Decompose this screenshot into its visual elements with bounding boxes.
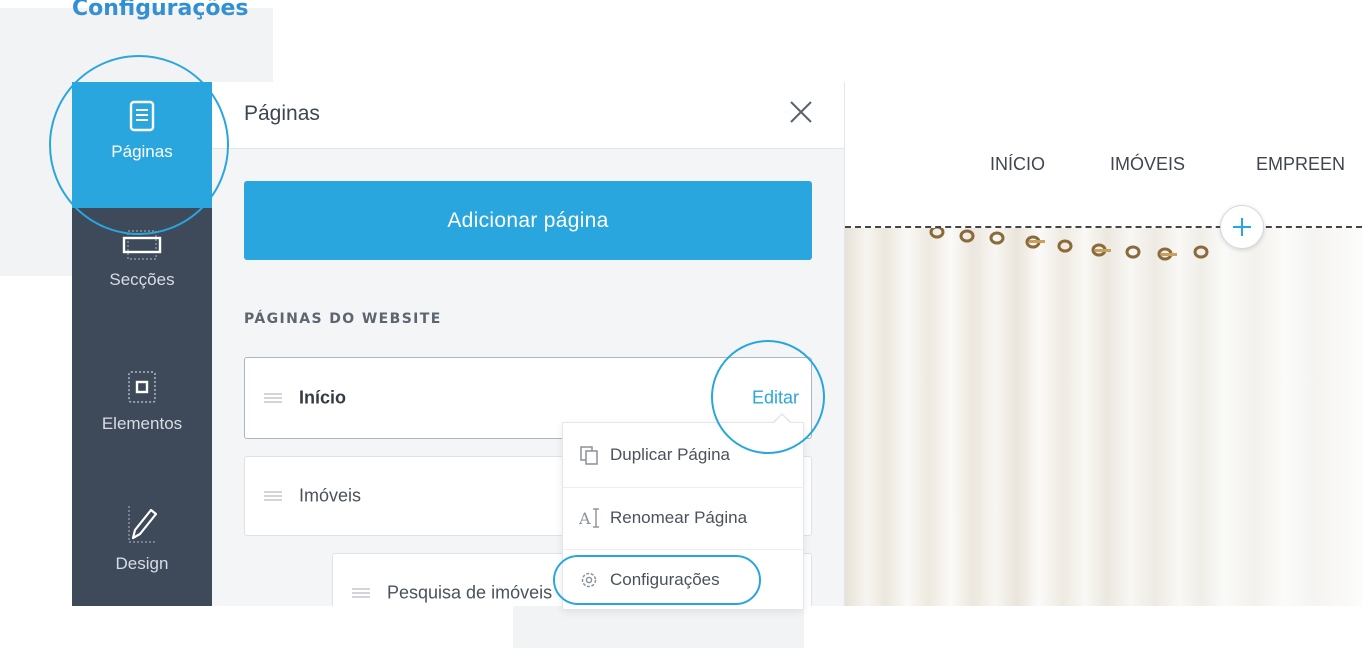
website-preview: INÍCIO IMÓVEIS EMPREEN bbox=[845, 82, 1362, 606]
curtain-image bbox=[845, 225, 1362, 606]
add-section-button[interactable] bbox=[1220, 205, 1264, 249]
sidebar-item-sections[interactable]: Secções bbox=[72, 230, 212, 340]
curtain-rings bbox=[929, 225, 1209, 261]
panel-header: Páginas bbox=[212, 82, 844, 149]
close-icon[interactable] bbox=[786, 97, 816, 127]
menu-item-rename[interactable]: A Renomear Página bbox=[563, 487, 803, 548]
menu-label: Duplicar Página bbox=[610, 445, 731, 464]
sidebar-item-elements[interactable]: Elementos bbox=[72, 370, 212, 480]
add-page-button[interactable]: Adicionar página bbox=[244, 181, 812, 260]
website-pages-label: PÁGINAS DO WEBSITE bbox=[244, 311, 442, 327]
section-boundary-line bbox=[845, 226, 1362, 228]
pen-icon bbox=[128, 506, 158, 543]
rename-icon: A bbox=[579, 508, 599, 528]
highlight-ring-edit bbox=[711, 340, 825, 454]
nav-link-inicio[interactable]: INÍCIO bbox=[990, 154, 1045, 175]
page-label: Início bbox=[299, 387, 347, 408]
panel-title: Páginas bbox=[244, 102, 320, 125]
elements-icon bbox=[128, 371, 156, 403]
nav-link-empreen[interactable]: EMPREEN bbox=[1256, 154, 1345, 175]
drag-handle-icon[interactable] bbox=[352, 588, 370, 598]
menu-label: Renomear Página bbox=[610, 508, 748, 527]
svg-text:A: A bbox=[579, 509, 591, 528]
sidebar-label-elements: Elementos bbox=[101, 414, 183, 433]
page-label: Pesquisa de imóveis bbox=[387, 582, 553, 603]
highlight-ring-pages bbox=[49, 55, 229, 235]
drag-handle-icon[interactable] bbox=[264, 393, 282, 403]
highlight-pill-settings bbox=[553, 555, 761, 605]
nav-link-imoveis[interactable]: IMÓVEIS bbox=[1110, 154, 1185, 175]
sidebar-label-design: Design bbox=[115, 554, 169, 573]
page-label: Imóveis bbox=[299, 485, 362, 506]
drag-handle-icon[interactable] bbox=[264, 491, 282, 501]
sidebar-item-design[interactable]: Design bbox=[72, 504, 212, 606]
duplicate-icon bbox=[580, 446, 598, 465]
sidebar-label-sections: Secções bbox=[109, 270, 175, 289]
